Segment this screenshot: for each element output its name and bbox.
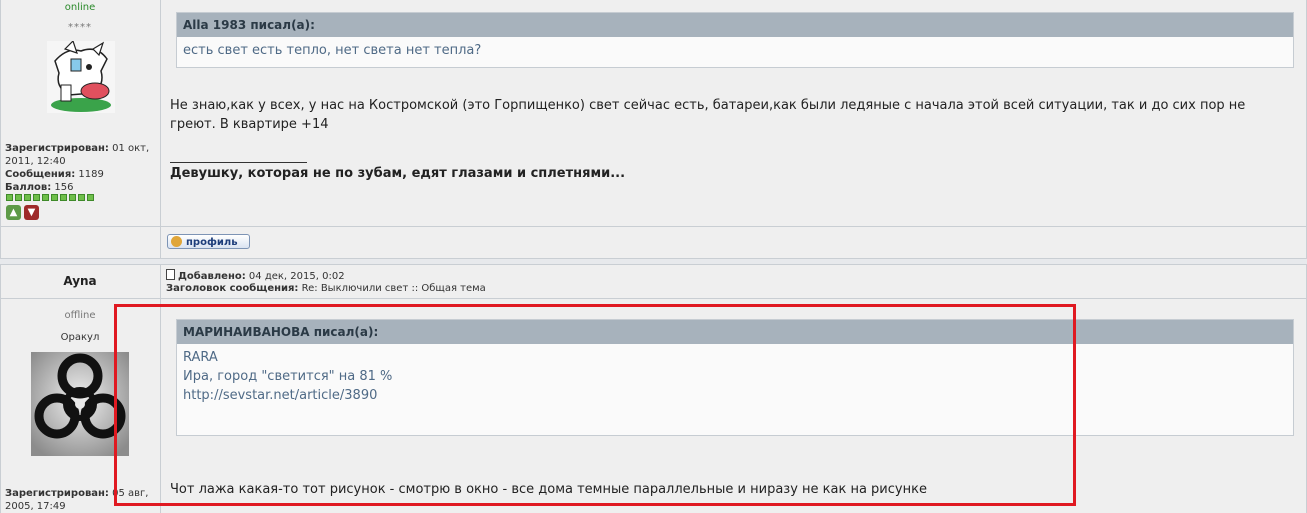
quote-block: МАРИНАИВАНОВА писал(а): RARA Ира, город …	[176, 319, 1294, 436]
user-avatar[interactable]	[47, 41, 115, 113]
post-text: Чот лажа какая-то тот рисунок - смотрю в…	[170, 482, 927, 497]
signature-divider	[170, 162, 307, 163]
user-rank: Оракул	[60, 332, 100, 343]
quote-author: МАРИНАИВАНОВА писал(а):	[177, 320, 1293, 344]
user-rank: ****	[68, 22, 92, 33]
registered-label: Зарегистрирован:	[5, 488, 109, 499]
forum-thread: online **** Зарегистрирован: 01 окт, 201…	[0, 0, 1307, 513]
signature: Девушку, которая не по зубам, едят глаза…	[170, 166, 626, 181]
user-meta: Зарегистрирован: 01 окт, 2011, 12:40 Соо…	[5, 142, 157, 194]
row-divider	[0, 298, 1307, 299]
post-separator	[0, 258, 1307, 265]
user-meta: Зарегистрирован: 05 авг, 2005, 17:49	[5, 487, 157, 513]
points-label: Баллов:	[5, 182, 52, 193]
thumbs-down-icon[interactable]: ▼	[24, 205, 39, 220]
quote-block: Alla 1983 писал(а): есть свет есть тепло…	[176, 12, 1294, 68]
profile-button[interactable]: профиль	[167, 234, 250, 249]
messages-label: Сообщения:	[5, 169, 76, 180]
subject-label: Заголовок сообщения:	[166, 283, 299, 294]
quote-line: Ира, город "светится" на 81 %	[183, 369, 393, 384]
quote-text: есть свет есть тепло, нет света нет тепл…	[183, 43, 482, 58]
quote-line: RARA	[183, 350, 218, 365]
quote-author: Alla 1983 писал(а):	[177, 13, 1293, 37]
post-text-line: греют. В квартире +14	[170, 117, 329, 132]
post-icon	[166, 269, 175, 280]
column-divider	[160, 0, 161, 513]
row-divider	[0, 226, 1307, 227]
added-label: Добавлено:	[178, 271, 246, 282]
border-left	[0, 0, 1, 513]
quote-body: RARA Ира, город "светится" на 81 % http:…	[177, 344, 1293, 409]
user-status: online	[64, 2, 96, 13]
post-text: Не знаю,как у всех, у нас на Костромской…	[170, 96, 1245, 134]
added-value: 04 дек, 2015, 0:02	[248, 271, 345, 282]
profile-icon	[171, 236, 182, 247]
registered-label: Зарегистрирован:	[5, 143, 109, 154]
user-avatar[interactable]	[31, 352, 129, 456]
messages-value: 1189	[78, 169, 104, 180]
post-header: Добавлено: 04 дек, 2015, 0:02 Заголовок …	[166, 269, 486, 295]
reputation-bar	[6, 194, 94, 201]
thumbs-up-icon[interactable]: ▲	[6, 205, 21, 220]
username[interactable]: Ayna	[0, 274, 160, 288]
points-value: 156	[54, 182, 74, 193]
post-text-line: Не знаю,как у всех, у нас на Костромской…	[170, 98, 1246, 113]
subject-value: Re: Выключили свет :: Общая тема	[301, 283, 486, 294]
quote-link[interactable]: http://sevstar.net/article/3890	[183, 386, 1287, 405]
profile-button-label: профиль	[186, 237, 238, 248]
user-status: offline	[64, 310, 96, 321]
